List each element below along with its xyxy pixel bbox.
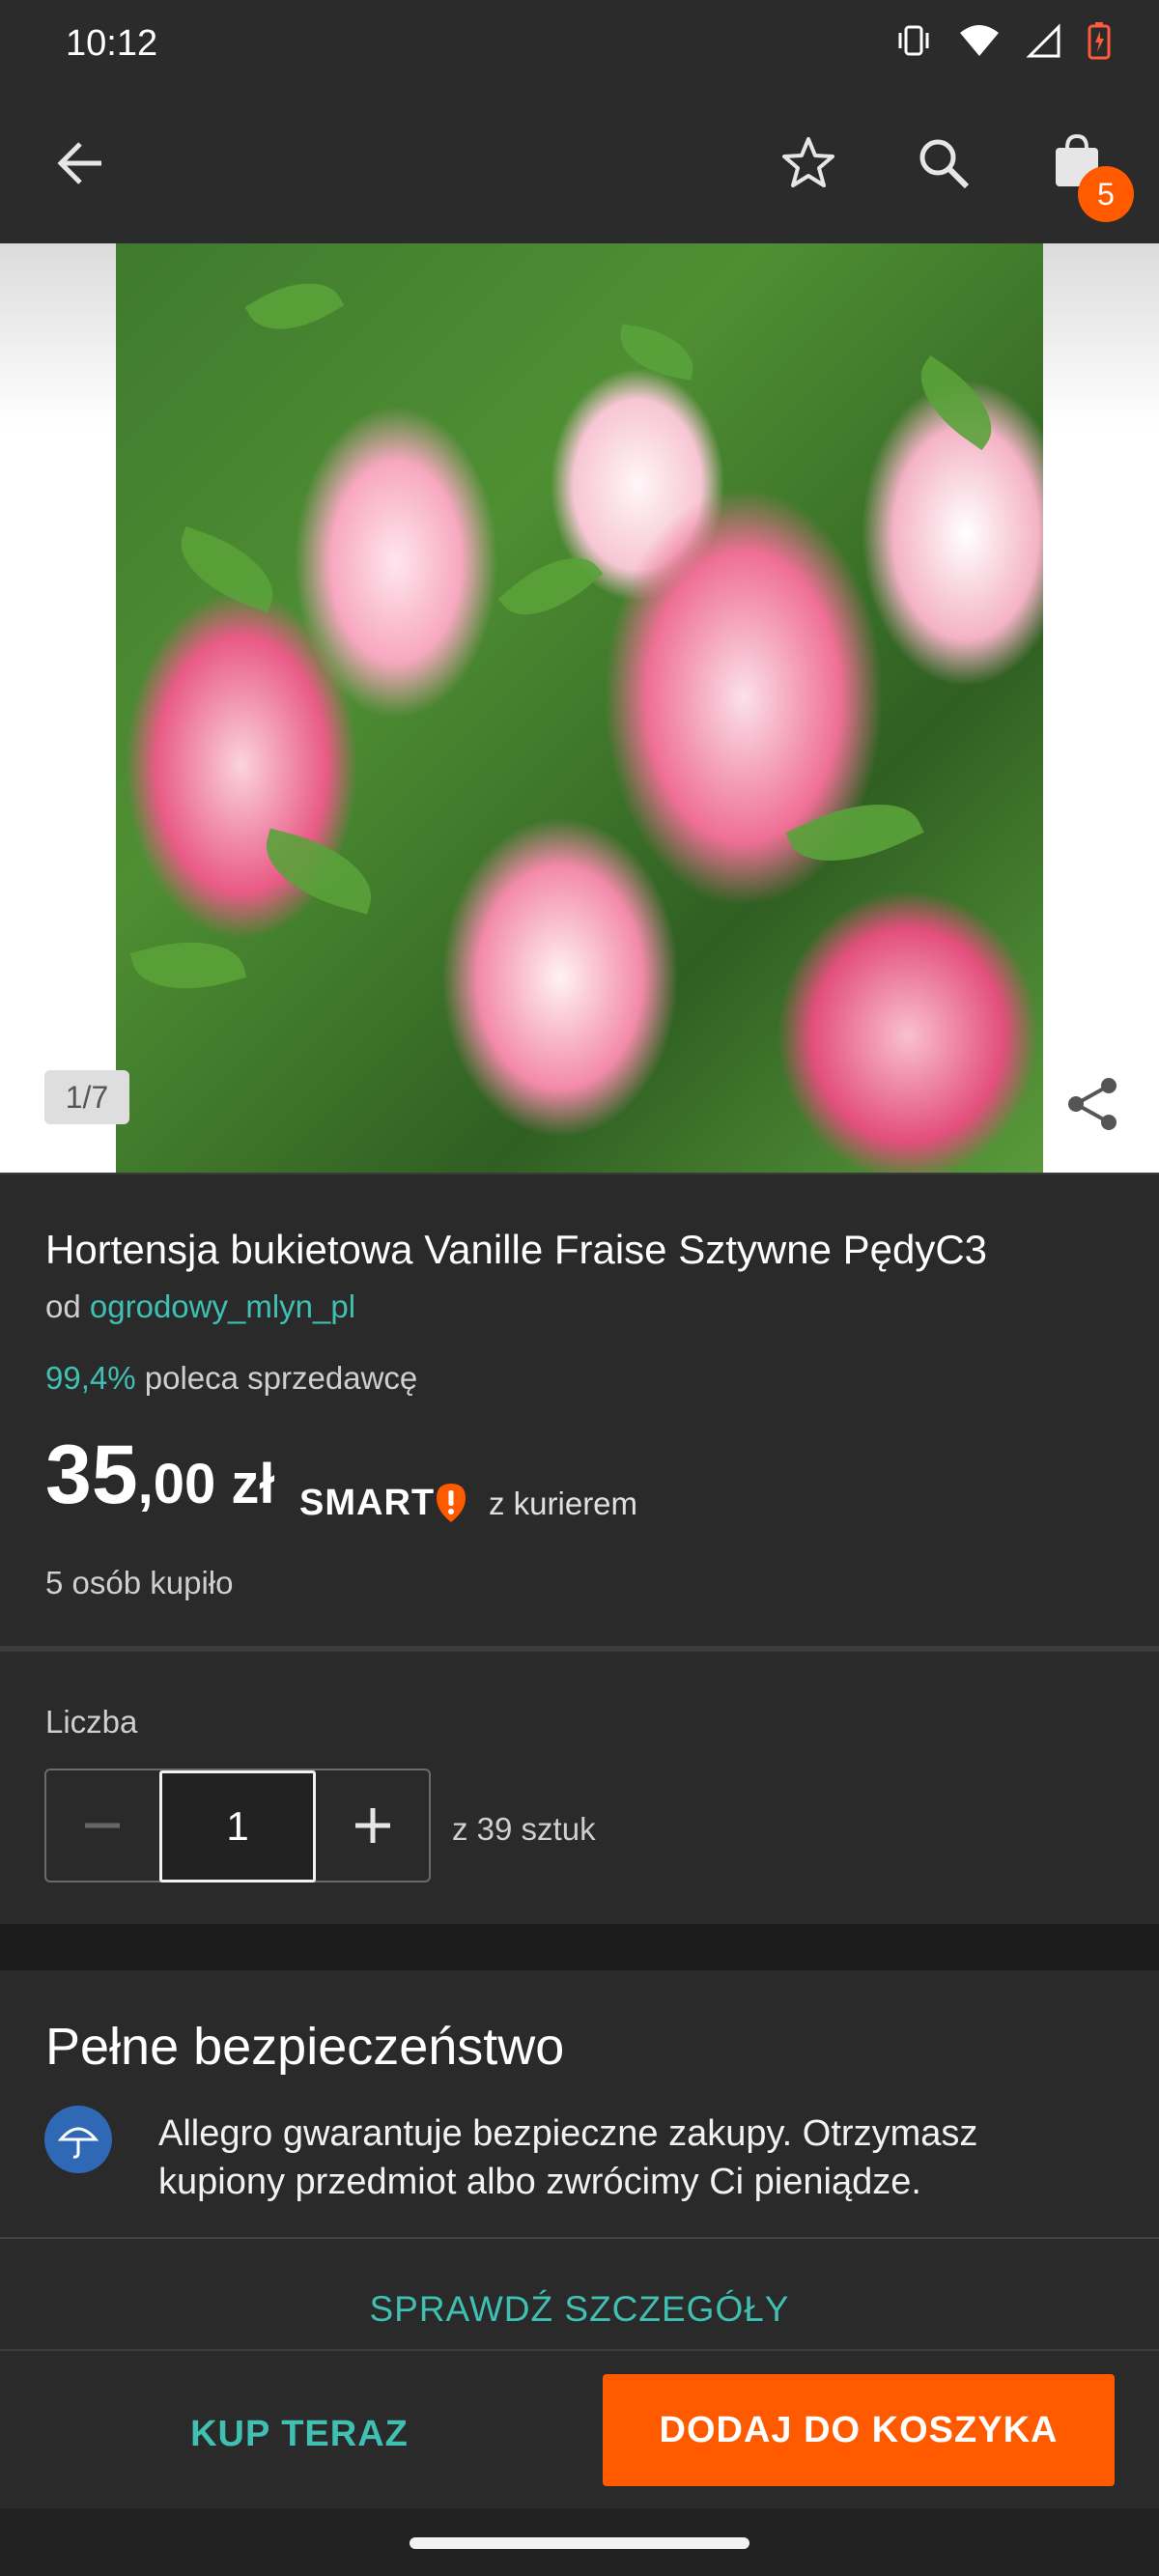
seller-rating: 99,4% poleca sprzedawcę [45,1360,417,1397]
back-arrow-icon [57,142,101,184]
decrease-button[interactable] [46,1770,159,1881]
plus-icon [354,1808,390,1843]
back-button[interactable] [46,129,114,197]
seller-prefix: od [45,1288,81,1324]
recommend-text: poleca sprzedawcę [144,1360,418,1396]
battery-icon [1088,22,1111,60]
courier-text: z kurierem [489,1486,638,1521]
safety-divider [0,2237,1159,2239]
add-to-cart-button[interactable]: DODAJ DO KOSZYKA [603,2374,1115,2486]
safety-section: Pełne bezpieczeństwo Allegro gwarantuje … [0,1970,1159,2349]
umbrella-icon [44,2106,112,2173]
section-gap [0,1924,1159,1970]
vibrate-icon [898,25,929,56]
seller-line: od ogrodowy_mlyn_pl [45,1288,355,1325]
safety-title: Pełne bezpieczeństwo [45,2018,565,2076]
app-bar [0,93,1159,243]
cart-count-badge: 5 [1078,166,1134,222]
product-title: Hortensja bukietowa Vanille Fraise Sztyw… [45,1227,988,1272]
seller-link[interactable]: ogrodowy_mlyn_pl [90,1288,355,1324]
home-gesture-handle[interactable] [410,2537,749,2549]
status-time: 10:12 [66,23,158,64]
share-icon [1068,1078,1117,1130]
status-icons [894,21,1111,60]
buy-now-button[interactable]: KUP TERAZ [0,2378,599,2490]
product-photo[interactable] [116,243,1043,1173]
quantity-stepper: 1 [44,1769,431,1882]
minus-icon [85,1823,121,1828]
price: 35,00 zł [45,1428,275,1523]
bottom-action-bar: KUP TERAZ DODAJ DO KOSZYKA [0,2349,1159,2510]
quantity-section: Liczba 1 z 39 sztuk [0,1652,1159,1924]
search-button[interactable] [910,129,977,197]
smart-exclamation-icon [437,1484,466,1522]
safety-text: Allegro gwarantuje bezpieczne zakupy. Ot… [158,2113,978,2202]
quantity-available: z 39 sztuk [452,1811,596,1847]
price-fraction: ,00 zł [137,1453,275,1515]
signal-icon [1026,23,1060,58]
price-integer: 35 [45,1429,138,1521]
quantity-label: Liczba [45,1704,138,1740]
quantity-input[interactable]: 1 [158,1770,317,1882]
share-button[interactable] [1062,1074,1122,1139]
search-icon [919,139,970,189]
image-counter: 1/7 [44,1070,129,1124]
product-gallery[interactable] [0,243,1159,1173]
bought-count: 5 osób kupiło [45,1565,234,1600]
status-bar: 10:12 [0,0,1159,93]
smart-badge: SMART [299,1482,467,1524]
increase-button[interactable] [316,1770,429,1881]
product-info: Hortensja bukietowa Vanille Fraise Sztyw… [0,1173,1159,1650]
wifi-icon [960,25,999,56]
check-details-link[interactable]: SPRAWDŹ SZCZEGÓŁY [0,2289,1159,2330]
star-icon [782,137,834,187]
favorite-button[interactable] [775,129,842,197]
system-nav-bar [0,2508,1159,2576]
smart-label: SMART [299,1482,436,1523]
recommend-percent: 99,4% [45,1360,136,1396]
